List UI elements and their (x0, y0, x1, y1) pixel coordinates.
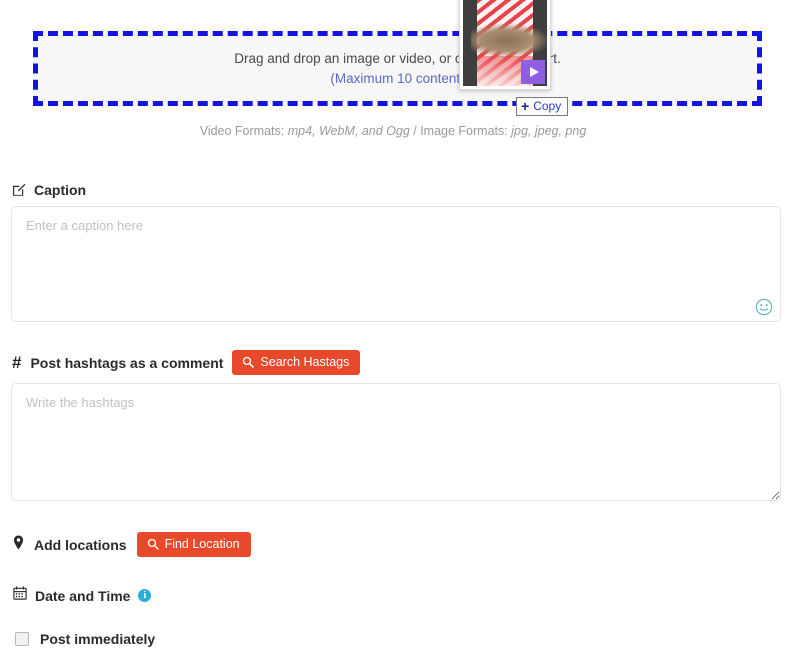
video-formats-label: Video Formats: (199, 124, 285, 138)
plus-icon: + (521, 98, 530, 114)
drag-preview-thumbnail (459, 0, 551, 90)
hashtags-header: # Post hashtags as a comment Search Hast… (12, 350, 361, 375)
hash-icon: # (12, 353, 22, 372)
edit-pencil-icon (12, 183, 26, 197)
formats-separator: / (409, 124, 421, 138)
hashtags-field-wrap (11, 383, 781, 501)
image-formats-values: jpg, jpeg, png (511, 124, 587, 138)
media-upload-page: Drag and drop an image or video, or clic… (0, 0, 786, 649)
locations-header: Add locations Find Location (13, 532, 251, 557)
find-location-label: Find Location (164, 537, 240, 551)
locations-title: Add locations (34, 536, 127, 553)
search-icon (242, 356, 255, 368)
search-icon (147, 538, 159, 550)
drag-preview-media (463, 0, 547, 86)
drag-copy-label: Copy (533, 99, 562, 113)
video-formats-values: mp4, WebM, and Ogg (287, 124, 410, 138)
post-immediately-row[interactable]: Post immediately (15, 631, 155, 647)
search-hashtags-button[interactable]: Search Hastags (232, 350, 361, 375)
post-immediately-label: Post immediately (40, 631, 156, 647)
search-hashtags-label: Search Hastags (260, 355, 350, 369)
find-location-button[interactable]: Find Location (136, 532, 251, 557)
info-circle-icon[interactable]: i (138, 589, 152, 602)
map-pin-icon (13, 535, 24, 555)
supported-formats-note: Video Formats: mp4, WebM, and Ogg / Imag… (0, 124, 786, 138)
smiley-emoji-icon[interactable] (754, 297, 774, 317)
play-triangle-icon (521, 60, 545, 84)
caption-title: Caption (34, 182, 87, 198)
image-formats-label: Image Formats: (420, 124, 508, 138)
drag-copy-hint: + Copy (516, 97, 569, 116)
date-time-header: Date and Time i (13, 586, 152, 605)
post-immediately-checkbox[interactable] (15, 632, 29, 646)
caption-header: Caption (12, 182, 86, 198)
date-time-title: Date and Time (35, 587, 131, 604)
dropzone-max-content-text: (Maximum 10 content) (330, 70, 465, 86)
calendar-icon (13, 586, 27, 605)
media-dropzone[interactable]: Drag and drop an image or video, or clic… (33, 31, 762, 106)
caption-input[interactable] (11, 206, 781, 322)
hashtags-title: Post hashtags as a comment (30, 354, 224, 371)
hashtags-input[interactable] (11, 383, 781, 501)
caption-field-wrap (11, 206, 781, 322)
